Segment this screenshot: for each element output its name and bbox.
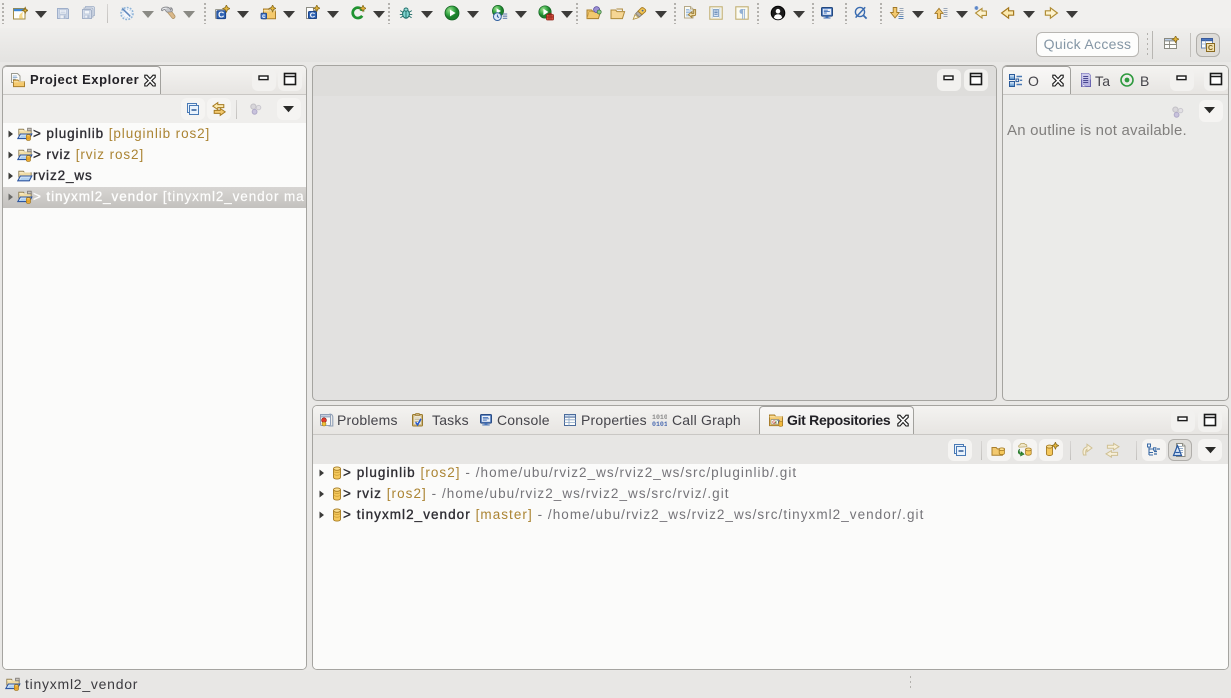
svg-text:C: C bbox=[1208, 45, 1213, 52]
svg-text:C: C bbox=[218, 10, 224, 20]
svg-text:¶: ¶ bbox=[739, 6, 746, 21]
svg-text:1010: 1010 bbox=[652, 414, 667, 421]
svg-text:C: C bbox=[310, 11, 316, 20]
svg-text:0101: 0101 bbox=[652, 421, 667, 428]
